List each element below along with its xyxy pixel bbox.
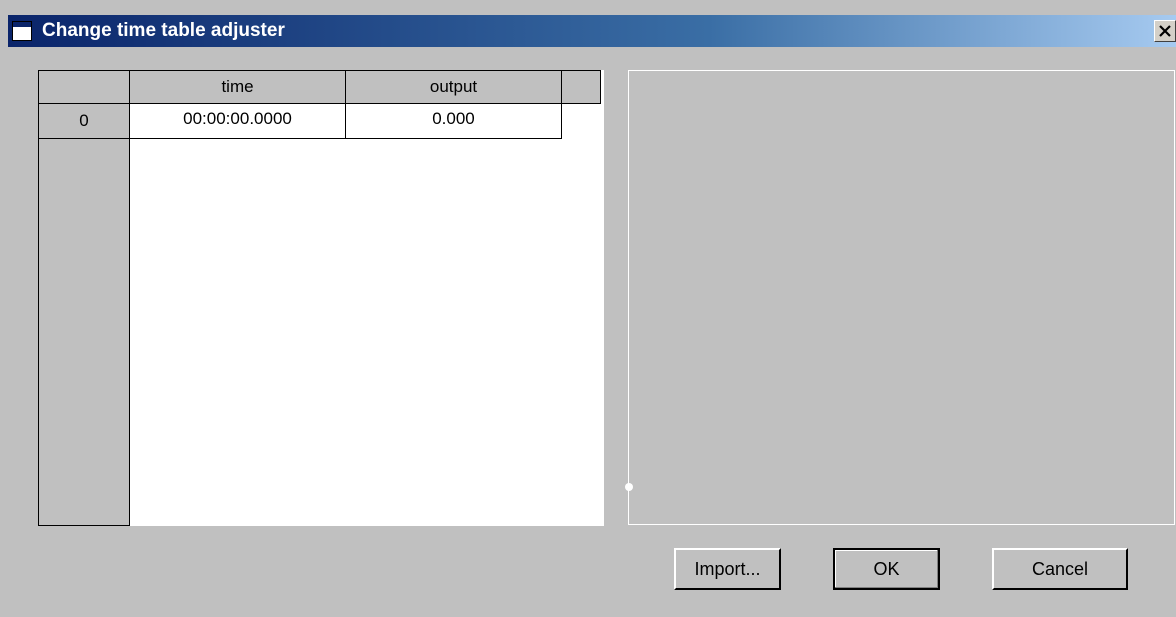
cancel-button[interactable]: Cancel bbox=[992, 548, 1128, 590]
graph-preview bbox=[625, 70, 1175, 525]
row-header-empty-area bbox=[38, 138, 130, 526]
import-button[interactable]: Import... bbox=[674, 548, 781, 590]
window-icon bbox=[12, 21, 32, 41]
dialog-window: Change time table adjuster time output 0… bbox=[0, 0, 1176, 617]
column-header-empty[interactable] bbox=[561, 70, 601, 104]
graph-point bbox=[625, 483, 633, 491]
close-button[interactable] bbox=[1154, 20, 1176, 42]
cell-output-0[interactable]: 0.000 bbox=[345, 103, 562, 139]
column-header-output[interactable]: output bbox=[345, 70, 562, 104]
ok-button[interactable]: OK bbox=[833, 548, 940, 590]
cell-time-0[interactable]: 00:00:00.0000 bbox=[129, 103, 346, 139]
close-icon bbox=[1159, 25, 1171, 37]
window-title: Change time table adjuster bbox=[42, 20, 285, 41]
column-header-time[interactable]: time bbox=[129, 70, 346, 104]
row-header-0[interactable]: 0 bbox=[38, 103, 130, 139]
time-table-grid[interactable]: time output 0 00:00:00.0000 0.000 bbox=[38, 70, 604, 526]
title-bar[interactable]: Change time table adjuster bbox=[8, 15, 1176, 47]
corner-header-cell bbox=[38, 70, 130, 104]
